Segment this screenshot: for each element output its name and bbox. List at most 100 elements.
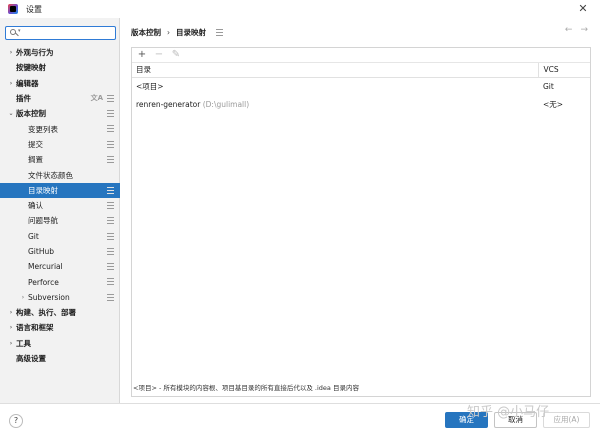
- breadcrumb: 版本控制 › 目录映射: [131, 27, 223, 38]
- sidebar-item[interactable]: 文件状态颜色: [0, 167, 120, 182]
- settings-sidebar: ▾ › 外观与行为 按键映射 › 编辑器 插件 文A ⌄ 版本控制 变更列表 提交 搁置 文件状态颜色目…: [0, 18, 120, 403]
- sidebar-item-label: Perforce: [28, 277, 59, 287]
- settings-scope-icon: [216, 29, 223, 36]
- project-scope-icon: [107, 232, 114, 240]
- sidebar-item-label: 确认: [28, 201, 43, 211]
- chevron-down-icon[interactable]: ⌄: [6, 110, 16, 117]
- project-scope-icon: [107, 247, 114, 255]
- sidebar-item-label: 工具: [16, 338, 31, 348]
- sidebar-item-label: Git: [28, 231, 39, 241]
- watermark: 知乎 @小马仔: [467, 405, 550, 420]
- sidebar-item[interactable]: Perforce: [0, 274, 120, 289]
- vcs-cell[interactable]: Git: [538, 77, 590, 95]
- edit-icon[interactable]: ✎: [171, 49, 181, 61]
- table-row[interactable]: renren-generator (D:\gulimall) <无>: [132, 95, 590, 113]
- sidebar-item-label: 按键映射: [16, 63, 46, 73]
- main-panel: 版本控制 › 目录映射 ← → + − ✎ 目录 VCS <项目> Git re…: [121, 18, 600, 403]
- sidebar-item[interactable]: 提交: [0, 137, 120, 152]
- breadcrumb-separator: ›: [167, 28, 170, 37]
- sidebar-item-label: 问题导航: [28, 216, 58, 226]
- chevron-right-icon[interactable]: ›: [6, 324, 16, 331]
- help-icon[interactable]: ?: [9, 414, 23, 428]
- directory-path-hint: (D:\gulimall): [202, 99, 250, 109]
- sidebar-item-label: 版本控制: [16, 109, 46, 119]
- sidebar-item-label: 插件: [16, 94, 31, 104]
- apply-button[interactable]: 应用(A): [543, 412, 590, 428]
- sidebar-item[interactable]: ⌄ 版本控制: [0, 106, 120, 121]
- translate-icon: 文A: [90, 93, 103, 102]
- title-bar: 设置 ✕: [0, 0, 600, 18]
- sidebar-item-label: Subversion: [28, 292, 70, 302]
- close-icon[interactable]: ✕: [576, 2, 590, 16]
- project-scope-icon: [107, 201, 114, 209]
- sidebar-item-label: 搁置: [28, 155, 43, 165]
- table-row[interactable]: <项目> Git: [132, 77, 590, 95]
- mapping-table: 目录 VCS <项目> Git renren-generator (D:\gul…: [132, 63, 590, 113]
- sidebar-item[interactable]: Mercurial: [0, 259, 120, 274]
- sidebar-item[interactable]: 问题导航: [0, 213, 120, 228]
- sidebar-item-label: 变更列表: [28, 124, 58, 134]
- sidebar-item[interactable]: 确认: [0, 198, 120, 213]
- sidebar-item-label: GitHub: [28, 247, 54, 256]
- sidebar-item[interactable]: 目录映射: [0, 182, 120, 198]
- sidebar-item-label: 构建、执行、部署: [16, 308, 76, 318]
- chevron-right-icon[interactable]: ›: [6, 80, 16, 87]
- sidebar-item[interactable]: 高级设置: [0, 351, 120, 366]
- sidebar-item-label: 语言和框架: [16, 323, 54, 333]
- sidebar-item[interactable]: › 构建、执行、部署: [0, 305, 120, 320]
- sidebar-item-label: 编辑器: [16, 78, 39, 88]
- sidebar-item[interactable]: 按键映射: [0, 60, 120, 75]
- directory-cell: <项目>: [132, 77, 538, 95]
- sidebar-item[interactable]: 插件 文A: [0, 91, 120, 106]
- project-scope-icon: [107, 263, 114, 271]
- directory-name: <项目>: [136, 81, 164, 91]
- sidebar-item[interactable]: Git: [0, 229, 120, 244]
- remove-icon[interactable]: −: [154, 49, 164, 61]
- sidebar-item-label: 提交: [28, 139, 43, 149]
- breadcrumb-parent[interactable]: 版本控制: [131, 27, 161, 38]
- project-scope-icon: [107, 140, 114, 148]
- vcs-cell[interactable]: <无>: [538, 95, 590, 113]
- settings-tree: › 外观与行为 按键映射 › 编辑器 插件 文A ⌄ 版本控制 变更列表 提交 搁置 文件状态颜色 目录映…: [0, 45, 120, 366]
- sidebar-item[interactable]: › 语言和框架: [0, 320, 120, 335]
- column-header-vcs[interactable]: VCS: [537, 63, 590, 78]
- sidebar-item[interactable]: › 编辑器: [0, 76, 120, 91]
- chevron-right-icon[interactable]: ›: [6, 49, 16, 56]
- window-title: 设置: [26, 4, 42, 14]
- back-arrow-icon[interactable]: ←: [565, 25, 573, 35]
- add-icon[interactable]: +: [137, 49, 147, 61]
- chevron-right-icon[interactable]: ›: [6, 309, 16, 316]
- sidebar-item[interactable]: › Subversion: [0, 290, 120, 305]
- column-header-directory[interactable]: 目录: [132, 63, 538, 78]
- chevron-right-icon[interactable]: ›: [6, 340, 16, 347]
- sidebar-item-label: 目录映射: [28, 185, 58, 195]
- footnote-text: <项目> - 所有模块的内容根、项目基目录的所有直接后代以及 .idea 目录内…: [133, 384, 359, 392]
- sidebar-item-label: 文件状态颜色: [28, 170, 73, 180]
- project-scope-icon: [107, 156, 114, 164]
- project-scope-icon: [107, 125, 114, 133]
- chevron-right-icon[interactable]: ›: [18, 294, 28, 301]
- project-scope-icon: [107, 293, 114, 301]
- app-icon: [8, 4, 18, 14]
- sidebar-item[interactable]: › 工具: [0, 336, 120, 351]
- forward-arrow-icon[interactable]: →: [580, 25, 588, 35]
- sidebar-item-label: 外观与行为: [16, 48, 54, 58]
- navigation-arrows: ← →: [565, 25, 588, 35]
- sidebar-item[interactable]: 变更列表: [0, 121, 120, 136]
- project-scope-icon: [107, 186, 114, 194]
- search-icon: ▾: [8, 27, 22, 39]
- sidebar-item[interactable]: 搁置: [0, 152, 120, 167]
- search-input[interactable]: ▾: [5, 26, 116, 40]
- sidebar-item-label: Mercurial: [28, 262, 63, 272]
- directory-cell: renren-generator (D:\gulimall): [132, 95, 538, 113]
- breadcrumb-current: 目录映射: [176, 28, 206, 37]
- sidebar-item-label: 高级设置: [16, 354, 46, 364]
- directory-mapping-panel: + − ✎ 目录 VCS <项目> Git renren-generator (…: [131, 47, 591, 397]
- mapping-toolbar: + − ✎: [132, 48, 590, 63]
- project-scope-icon: [107, 217, 114, 225]
- sidebar-item[interactable]: › 外观与行为: [0, 45, 120, 60]
- project-scope-icon: [107, 110, 114, 118]
- sidebar-item[interactable]: GitHub: [0, 244, 120, 259]
- directory-name: renren-generator: [136, 99, 201, 109]
- project-scope-icon: [107, 94, 114, 102]
